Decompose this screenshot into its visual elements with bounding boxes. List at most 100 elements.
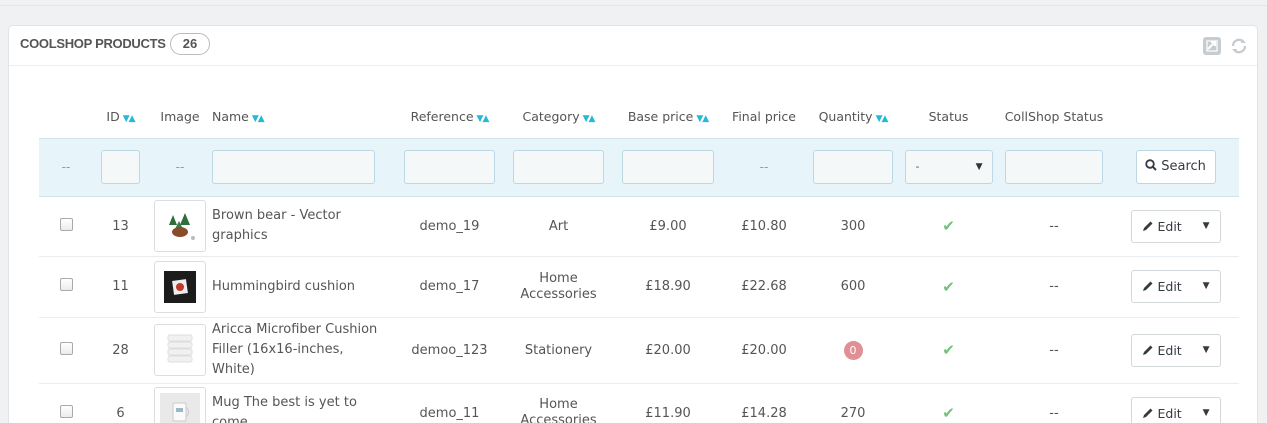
export-icon[interactable] (1202, 36, 1222, 56)
status-enabled-icon[interactable]: ✔ (942, 217, 955, 235)
filter-quantity-input[interactable] (813, 150, 893, 184)
sort-arrows-icon[interactable]: ▼▲ (696, 114, 709, 124)
table-header-row: ID ▼▲ Image Name ▼▲ Reference ▼▲ Category ▼▲… (39, 96, 1239, 138)
col-name[interactable]: Name ▼▲ (212, 96, 395, 138)
caret-down-icon[interactable]: ▼ (1203, 271, 1210, 302)
row-name: Mug The best is yet to come (212, 383, 395, 423)
row-final-price: £10.80 (723, 196, 805, 257)
row-base-price: £18.90 (613, 256, 723, 318)
row-coolshop-status: -- (996, 383, 1112, 423)
filter-status-select[interactable]: - ▼ (904, 150, 993, 184)
products-panel: COOLSHOP PRODUCTS 26 ID ▼▲ Image Name ▼▲ R… (8, 25, 1258, 423)
search-button[interactable]: Search (1135, 150, 1216, 184)
filter-empty: -- (723, 137, 805, 197)
edit-button[interactable]: Edit ▼ (1130, 209, 1221, 243)
row-reference: demo_11 (395, 383, 504, 423)
status-enabled-icon[interactable]: ✔ (942, 404, 955, 422)
filter-coolshop-status-input[interactable] (1005, 150, 1103, 184)
row-category: Home Accessories (504, 383, 613, 423)
row-coolshop-status: -- (996, 256, 1112, 318)
col-actions (1112, 96, 1239, 138)
search-icon (1145, 159, 1157, 171)
product-thumbnail (154, 387, 206, 423)
pencil-icon (1142, 408, 1152, 418)
col-final-price: Final price (732, 109, 796, 125)
row-base-price: £9.00 (613, 196, 723, 257)
edit-button[interactable]: Edit ▼ (1130, 270, 1221, 303)
row-quantity: 300 (805, 196, 901, 257)
row-category: Stationery (504, 317, 613, 384)
pencil-icon (1142, 281, 1152, 291)
col-image: Image (160, 109, 200, 125)
filter-name-input[interactable] (212, 150, 375, 184)
col-base-price[interactable]: Base price ▼▲ (613, 96, 723, 138)
row-name: Brown bear - Vector graphics (212, 196, 395, 257)
pencil-icon (1142, 345, 1152, 355)
row-base-price: £20.00 (613, 317, 723, 384)
row-reference: demo_17 (395, 256, 504, 318)
table-row[interactable]: 11 Hummingbird cushion demo_17 Home Acce… (39, 256, 1239, 318)
top-bar (0, 0, 1267, 6)
row-checkbox[interactable] (59, 404, 73, 418)
row-id: 11 (93, 256, 148, 318)
panel-title: COOLSHOP PRODUCTS (20, 36, 166, 51)
row-quantity: 270 (805, 383, 901, 423)
row-checkbox[interactable] (59, 341, 73, 355)
pencil-icon (1142, 221, 1152, 231)
products-table: ID ▼▲ Image Name ▼▲ Reference ▼▲ Category ▼▲… (39, 96, 1239, 423)
product-thumbnail (154, 324, 206, 376)
row-quantity: 600 (805, 256, 901, 318)
filter-base-price-input[interactable] (622, 150, 714, 184)
filter-category-input[interactable] (513, 150, 604, 184)
filter-row: -- -- -- - ▼ Search (39, 137, 1239, 197)
row-final-price: £22.68 (723, 256, 805, 318)
row-base-price: £11.90 (613, 383, 723, 423)
row-reference: demo_19 (395, 196, 504, 257)
row-category: Home Accessories (504, 256, 613, 318)
table-row[interactable]: 13 Brown bear - Vector graphics demo_19 … (39, 196, 1239, 257)
col-status: Status (928, 109, 969, 125)
refresh-icon[interactable] (1229, 36, 1249, 56)
row-id: 13 (93, 196, 148, 257)
status-enabled-icon[interactable]: ✔ (942, 341, 955, 359)
caret-down-icon[interactable]: ▼ (1203, 398, 1210, 423)
col-select (39, 96, 93, 138)
row-final-price: £14.28 (723, 383, 805, 423)
table-row[interactable]: 28 Aricca Microfiber Cushion Filler (16x… (39, 317, 1239, 384)
caret-down-icon[interactable]: ▼ (1203, 211, 1210, 242)
row-final-price: £20.00 (723, 317, 805, 384)
sort-arrows-icon[interactable]: ▼▲ (477, 114, 490, 124)
sort-arrows-icon[interactable]: ▼▲ (876, 114, 889, 124)
row-checkbox[interactable] (59, 278, 73, 291)
caret-down-icon: ▼ (975, 162, 983, 172)
table-row[interactable]: 6 Mug The best is yet to come demo_11 Ho… (39, 383, 1239, 423)
col-quantity[interactable]: Quantity ▼▲ (805, 96, 901, 138)
panel-heading: COOLSHOP PRODUCTS 26 (9, 26, 1257, 66)
row-id: 28 (93, 317, 148, 384)
col-category[interactable]: Category ▼▲ (504, 96, 613, 138)
quantity-zero-badge: 0 (843, 340, 863, 360)
product-thumbnail (154, 260, 206, 313)
caret-down-icon[interactable]: ▼ (1203, 335, 1210, 366)
col-coolshop-status: CollShop Status (1004, 109, 1104, 125)
col-reference[interactable]: Reference ▼▲ (395, 96, 504, 138)
filter-id-input[interactable] (101, 150, 140, 184)
sort-arrows-icon[interactable]: ▼▲ (583, 114, 596, 124)
row-coolshop-status: -- (996, 196, 1112, 257)
filter-empty: -- (148, 137, 212, 197)
row-coolshop-status: -- (996, 317, 1112, 384)
product-thumbnail (154, 200, 206, 252)
sort-arrows-icon[interactable]: ▼▲ (252, 114, 265, 124)
filter-reference-input[interactable] (404, 150, 495, 184)
row-reference: demoo_123 (395, 317, 504, 384)
edit-button[interactable]: Edit ▼ (1130, 333, 1221, 367)
row-name: Hummingbird cushion (212, 256, 395, 318)
edit-button[interactable]: Edit ▼ (1130, 396, 1221, 423)
col-id[interactable]: ID ▼▲ (93, 96, 148, 138)
row-category: Art (504, 196, 613, 257)
sort-arrows-icon[interactable]: ▼▲ (123, 114, 136, 124)
row-name: Aricca Microfiber Cushion Filler (16x16-… (212, 317, 395, 384)
row-checkbox[interactable] (59, 217, 73, 231)
status-enabled-icon[interactable]: ✔ (942, 278, 955, 296)
row-id: 6 (93, 383, 148, 423)
